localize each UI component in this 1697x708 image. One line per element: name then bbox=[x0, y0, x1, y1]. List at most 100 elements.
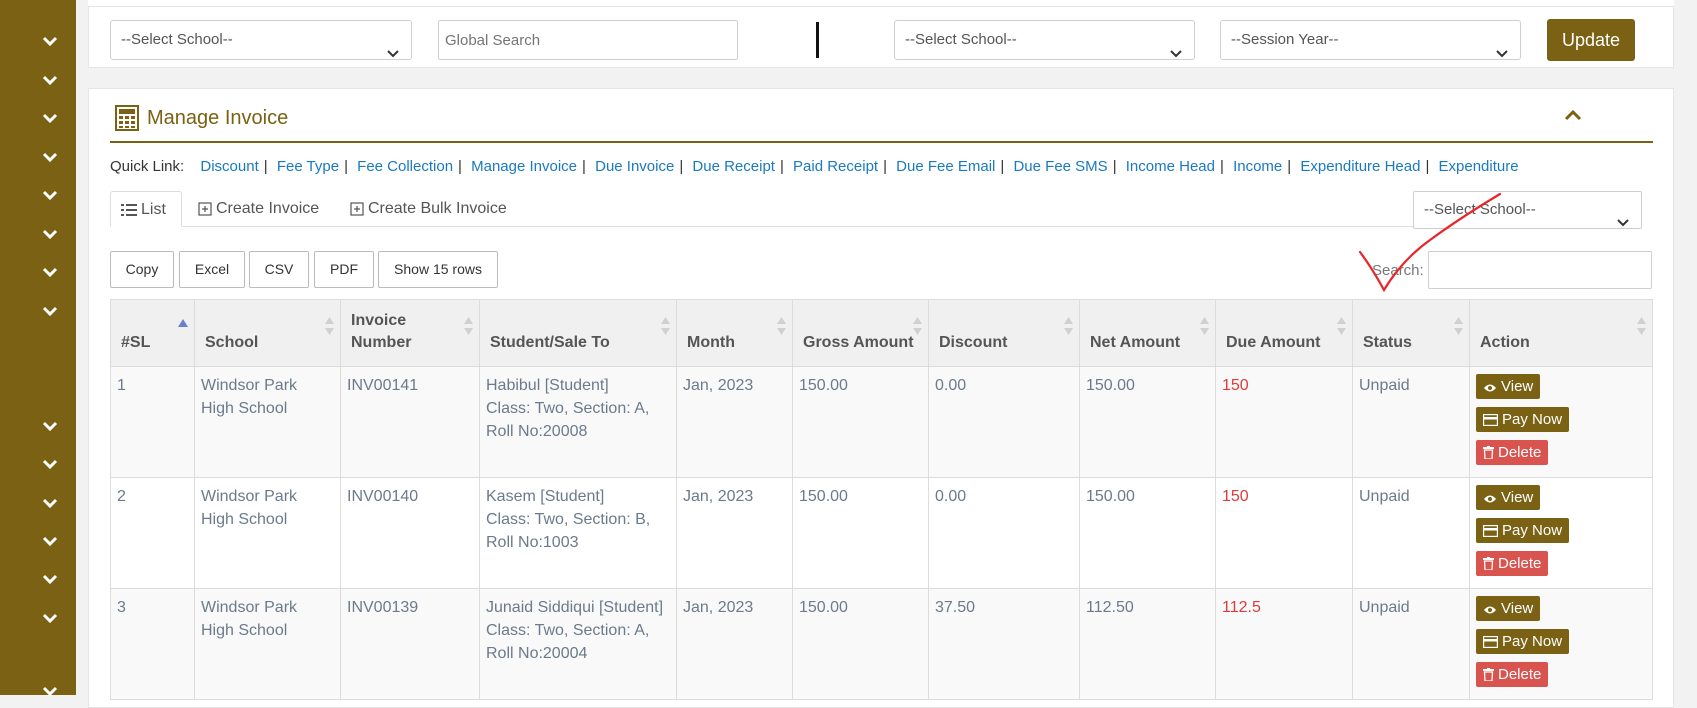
chevron-down-icon[interactable] bbox=[42, 536, 58, 550]
copy-button[interactable]: Copy bbox=[110, 251, 174, 288]
chevron-down-icon[interactable] bbox=[42, 306, 58, 320]
view-label: View bbox=[1501, 378, 1534, 395]
table-search-input[interactable] bbox=[1428, 251, 1652, 289]
col-gross-amount[interactable]: Gross Amount bbox=[792, 299, 929, 367]
chevron-down-icon[interactable] bbox=[42, 498, 58, 512]
col-sl[interactable]: #SL bbox=[110, 299, 195, 367]
student-roll: Roll No:20004 bbox=[486, 645, 588, 662]
student-class: Class: Two, Section: B, bbox=[486, 511, 651, 528]
col-net-amount[interactable]: Net Amount bbox=[1079, 299, 1216, 367]
quick-link-due-fee-sms[interactable]: Due Fee SMS bbox=[1013, 158, 1107, 175]
view-button[interactable]: View bbox=[1476, 485, 1541, 510]
chevron-down-icon bbox=[1170, 35, 1182, 73]
tab-create-bulk-invoice[interactable]: Create Bulk Invoice bbox=[350, 191, 507, 227]
view-button[interactable]: View bbox=[1476, 596, 1541, 621]
pay-now-button[interactable]: Pay Now bbox=[1476, 407, 1570, 432]
plus-square-icon bbox=[198, 202, 212, 216]
chevron-down-icon[interactable] bbox=[42, 229, 58, 243]
delete-button[interactable]: Delete bbox=[1476, 440, 1549, 465]
quick-link-income-head[interactable]: Income Head bbox=[1126, 158, 1215, 175]
view-button[interactable]: View bbox=[1476, 374, 1541, 399]
quick-link-expenditure[interactable]: Expenditure bbox=[1439, 158, 1519, 175]
tab-list[interactable]: List bbox=[110, 191, 182, 227]
delete-button[interactable]: Delete bbox=[1476, 662, 1549, 687]
col-month[interactable]: Month bbox=[676, 299, 793, 367]
cell-sl: 3 bbox=[110, 588, 195, 700]
tab-create-bulk-invoice-label: Create Bulk Invoice bbox=[368, 200, 507, 217]
credit-card-icon bbox=[1482, 635, 1499, 649]
cell-discount: 37.50 bbox=[928, 588, 1080, 700]
col-student[interactable]: Student/Sale To bbox=[479, 299, 677, 367]
chevron-down-icon[interactable] bbox=[42, 190, 58, 204]
excel-button[interactable]: Excel bbox=[179, 251, 245, 288]
chevron-down-icon[interactable] bbox=[42, 686, 58, 700]
quick-link-discount[interactable]: Discount bbox=[200, 158, 258, 175]
col-discount[interactable]: Discount bbox=[928, 299, 1080, 367]
sort-icon bbox=[1337, 317, 1346, 342]
sort-icon bbox=[661, 317, 670, 342]
chevron-down-icon[interactable] bbox=[42, 36, 58, 50]
col-school-label: School bbox=[205, 334, 259, 351]
col-invoice-number[interactable]: Invoice Number bbox=[340, 299, 480, 367]
table-row: 2 Windsor Park High School INV00140 Kasem… bbox=[110, 477, 1653, 589]
chevron-down-icon[interactable] bbox=[42, 113, 58, 127]
student-name: Kasem [Student] bbox=[486, 488, 605, 505]
chevron-down-icon[interactable] bbox=[42, 421, 58, 435]
global-search-input[interactable] bbox=[438, 20, 738, 60]
quick-link-fee-type[interactable]: Fee Type bbox=[277, 158, 339, 175]
col-due-amount[interactable]: Due Amount bbox=[1215, 299, 1353, 367]
cell-invoice: INV00140 bbox=[340, 477, 480, 589]
school-select[interactable]: --Select School-- bbox=[110, 20, 412, 60]
quick-link-due-receipt[interactable]: Due Receipt bbox=[692, 158, 775, 175]
school-select-2[interactable]: --Select School-- bbox=[894, 20, 1195, 60]
quick-link-label: Quick Link: bbox=[110, 158, 185, 175]
pay-now-label: Pay Now bbox=[1502, 522, 1563, 539]
col-action-label: Action bbox=[1480, 334, 1530, 351]
sort-icon bbox=[913, 317, 922, 342]
quick-link-paid-receipt[interactable]: Paid Receipt bbox=[793, 158, 878, 175]
cell-net: 150.00 bbox=[1079, 477, 1216, 589]
col-school[interactable]: School bbox=[194, 299, 341, 367]
cell-invoice: INV00139 bbox=[340, 588, 480, 700]
csv-button[interactable]: CSV bbox=[249, 251, 309, 288]
credit-card-icon bbox=[1482, 413, 1499, 427]
cell-gross: 150.00 bbox=[792, 588, 929, 700]
quick-link-income[interactable]: Income bbox=[1233, 158, 1282, 175]
session-year-select[interactable]: --Session Year-- bbox=[1220, 20, 1521, 60]
cell-net: 150.00 bbox=[1079, 366, 1216, 478]
chevron-down-icon[interactable] bbox=[42, 152, 58, 166]
pay-now-button[interactable]: Pay Now bbox=[1476, 629, 1570, 654]
col-student-label: Student/Sale To bbox=[490, 334, 610, 351]
col-net-label: Net Amount bbox=[1090, 334, 1181, 351]
delete-button[interactable]: Delete bbox=[1476, 551, 1549, 576]
col-action[interactable]: Action bbox=[1469, 299, 1653, 367]
quick-link-fee-collection[interactable]: Fee Collection bbox=[357, 158, 453, 175]
chevron-down-icon[interactable] bbox=[42, 613, 58, 627]
pdf-button[interactable]: PDF bbox=[314, 251, 374, 288]
school-line: High School bbox=[201, 622, 288, 639]
pay-now-button[interactable]: Pay Now bbox=[1476, 518, 1570, 543]
update-button[interactable]: Update bbox=[1547, 19, 1635, 61]
col-status[interactable]: Status bbox=[1352, 299, 1470, 367]
tab-create-invoice[interactable]: Create Invoice bbox=[198, 191, 319, 227]
delete-label: Delete bbox=[1498, 666, 1542, 683]
chevron-up-icon[interactable] bbox=[1564, 108, 1582, 126]
sort-icon bbox=[1200, 317, 1209, 342]
show-rows-button[interactable]: Show 15 rows bbox=[378, 251, 498, 288]
chevron-down-icon[interactable] bbox=[42, 459, 58, 473]
quick-link-due-fee-email[interactable]: Due Fee Email bbox=[896, 158, 995, 175]
quick-link-manage-invoice[interactable]: Manage Invoice bbox=[471, 158, 577, 175]
quick-link-expenditure-head[interactable]: Expenditure Head bbox=[1300, 158, 1420, 175]
delete-label: Delete bbox=[1498, 444, 1542, 461]
eye-icon bbox=[1484, 384, 1496, 392]
chevron-down-icon[interactable] bbox=[42, 574, 58, 588]
quick-link-due-invoice[interactable]: Due Invoice bbox=[595, 158, 674, 175]
sort-icon bbox=[1637, 317, 1646, 342]
table-row: 1 Windsor Park High School INV00141 Habib… bbox=[110, 366, 1653, 478]
chevron-down-icon[interactable] bbox=[42, 75, 58, 89]
school-filter-select[interactable]: --Select School-- bbox=[1413, 191, 1642, 229]
col-due-label: Due Amount bbox=[1226, 334, 1321, 351]
chevron-down-icon[interactable] bbox=[42, 267, 58, 281]
trash-icon bbox=[1483, 557, 1494, 571]
student-roll: Roll No:1003 bbox=[486, 534, 579, 551]
